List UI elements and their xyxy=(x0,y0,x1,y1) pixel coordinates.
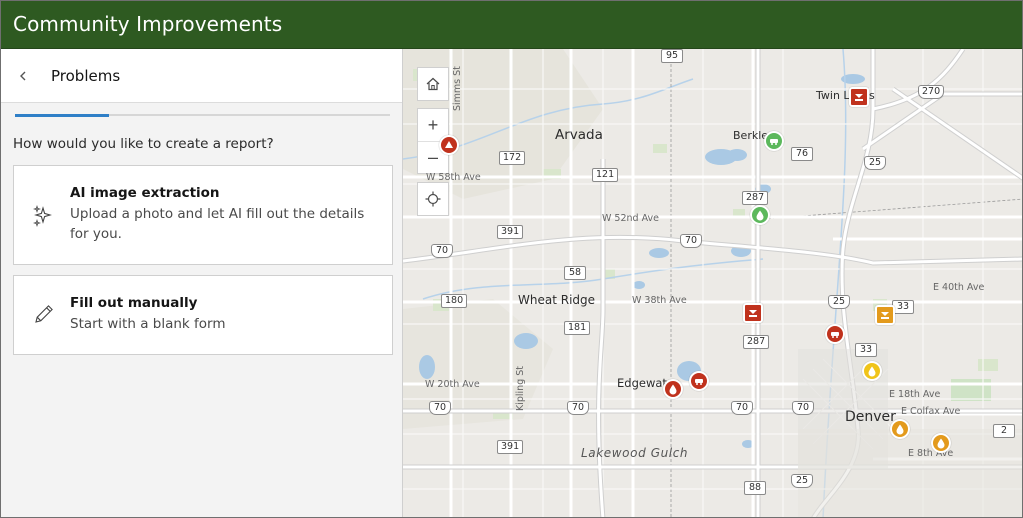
locate-control xyxy=(417,182,449,216)
route-shield: 391 xyxy=(497,225,524,239)
vehicle-icon xyxy=(831,332,839,338)
problem-marker-road-closure[interactable] xyxy=(849,87,869,107)
map-view[interactable]: + – Arvada Wheat Ridge Edgewater Denver … xyxy=(403,49,1022,517)
problem-marker-vehicle[interactable] xyxy=(764,131,784,151)
vehicle-icon xyxy=(770,139,778,145)
option-description: Upload a photo and let AI fill out the d… xyxy=(70,206,365,242)
road-closure-icon xyxy=(855,94,863,101)
water-drop-icon xyxy=(937,438,945,449)
route-shield: 287 xyxy=(743,335,770,349)
route-shield: 95 xyxy=(661,49,683,63)
route-shield: 58 xyxy=(564,266,586,280)
problem-marker-vehicle[interactable] xyxy=(825,324,845,344)
route-shield: 25 xyxy=(791,474,813,488)
route-shield: 70 xyxy=(429,401,451,415)
route-shield: 121 xyxy=(592,168,619,182)
option-description: Start with a blank form xyxy=(70,316,226,332)
report-prompt: How would you like to create a report? xyxy=(13,136,274,152)
problem-marker-water[interactable] xyxy=(750,205,770,225)
route-shield: 70 xyxy=(731,401,753,415)
route-shield: 287 xyxy=(742,191,769,205)
manual-option[interactable]: Fill out manually Start with a blank for… xyxy=(13,275,393,355)
place-label: Denver xyxy=(845,409,896,425)
place-label: Wheat Ridge xyxy=(518,293,596,307)
problem-marker-water[interactable] xyxy=(663,379,683,399)
app-header: Community Improvements xyxy=(1,1,1022,49)
route-shield: 25 xyxy=(828,295,850,309)
problem-marker-water[interactable] xyxy=(931,433,951,453)
route-shield: 172 xyxy=(499,151,526,165)
street-label: E Colfax Ave xyxy=(901,406,961,417)
street-label: W 58th Ave xyxy=(426,172,481,183)
problem-marker-water[interactable] xyxy=(890,419,910,439)
water-drop-icon xyxy=(896,424,904,435)
route-shield: 181 xyxy=(564,321,591,335)
route-shield: 88 xyxy=(744,481,766,495)
road-closure-icon xyxy=(881,312,889,319)
place-label: Lakewood Gulch xyxy=(581,446,689,460)
problem-marker-road-closure[interactable] xyxy=(875,305,895,325)
app-window: Community Improvements Problems How woul… xyxy=(0,0,1023,518)
road-hazard-icon xyxy=(445,141,453,148)
locate-icon xyxy=(425,191,441,207)
water-drop-icon xyxy=(756,210,764,221)
street-label: Simms St xyxy=(452,66,463,111)
tab-indicator xyxy=(15,114,390,117)
ai-extraction-option[interactable]: AI image extraction Upload a photo and l… xyxy=(13,165,393,265)
route-shield: 25 xyxy=(864,156,886,170)
problem-marker-road-closure[interactable] xyxy=(743,303,763,323)
chevron-left-icon xyxy=(20,71,26,81)
problem-marker-road-hazard[interactable] xyxy=(439,135,459,155)
street-label: E 18th Ave xyxy=(889,389,941,400)
problem-marker-vehicle[interactable] xyxy=(689,371,709,391)
route-shield: 391 xyxy=(497,440,524,454)
home-button[interactable] xyxy=(418,68,448,100)
sparkles-icon xyxy=(33,205,52,227)
water-drop-icon xyxy=(669,384,677,395)
route-shield: 70 xyxy=(680,234,702,248)
home-control xyxy=(417,67,449,101)
home-icon xyxy=(426,77,440,91)
street-label: W 38th Ave xyxy=(632,295,687,306)
road-closure-icon xyxy=(749,310,757,317)
back-button[interactable] xyxy=(11,64,35,88)
route-shield: 33 xyxy=(892,300,914,314)
route-shield: 33 xyxy=(855,343,877,357)
side-panel: Problems How would you like to create a … xyxy=(1,49,403,517)
locate-button[interactable] xyxy=(418,183,448,215)
pencil-icon xyxy=(35,305,53,323)
street-label: Kipling St xyxy=(515,365,526,411)
street-label: W 20th Ave xyxy=(425,379,480,390)
street-label: W 52nd Ave xyxy=(602,213,659,224)
tab-indicator-active xyxy=(15,114,109,117)
place-label: Arvada xyxy=(555,127,603,143)
route-shield: 70 xyxy=(792,401,814,415)
option-title: AI image extraction xyxy=(70,185,220,201)
water-drop-icon xyxy=(868,366,876,377)
route-shield: 70 xyxy=(431,244,453,258)
app-title: Community Improvements xyxy=(13,12,283,36)
option-title: Fill out manually xyxy=(70,295,198,311)
route-shield: 2 xyxy=(993,424,1015,438)
route-shield: 70 xyxy=(567,401,589,415)
street-label: E 40th Ave xyxy=(933,282,985,293)
vehicle-icon xyxy=(695,379,703,385)
problem-marker-water[interactable] xyxy=(862,361,882,381)
panel-header: Problems xyxy=(1,49,402,103)
panel-title: Problems xyxy=(51,67,121,85)
route-shield: 270 xyxy=(918,85,945,99)
route-shield: 180 xyxy=(441,294,468,308)
route-shield: 76 xyxy=(791,147,813,161)
